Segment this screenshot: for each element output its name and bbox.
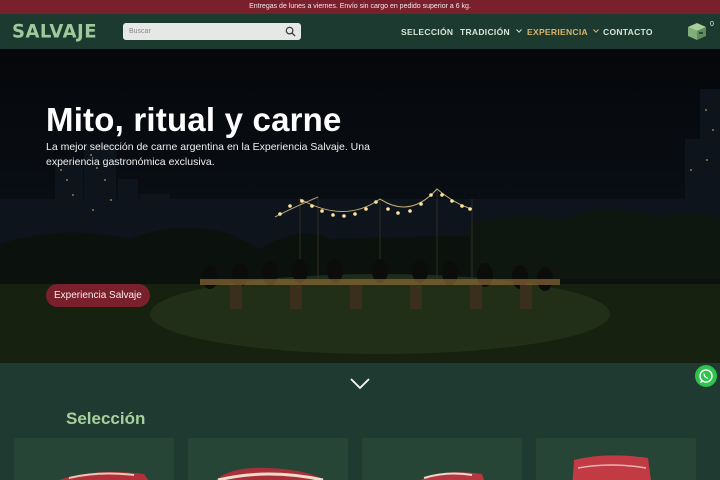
chevron-down-icon[interactable] (349, 377, 371, 391)
meat-cut-image (572, 455, 651, 480)
nav-label: EXPERIENCIA (527, 27, 588, 37)
nav-label: TRADICIÓN (460, 27, 510, 37)
box-cart-icon[interactable] (686, 21, 708, 41)
meat-cut-image (216, 467, 324, 480)
logo[interactable]: SALVAJE (12, 20, 97, 42)
whatsapp-icon (699, 369, 713, 383)
chevron-down-icon (593, 29, 600, 33)
nav-item-contacto[interactable]: CONTACTO (603, 27, 653, 37)
selection-section: Selección (0, 363, 720, 480)
announcement-bar: Entregas de lunes a viernes. Envío sin c… (0, 0, 720, 14)
search-icon[interactable] (285, 26, 296, 37)
nav-label: CONTACTO (603, 27, 653, 37)
product-card[interactable] (362, 438, 522, 480)
hero-banner: Mito, ritual y carne La mejor selección … (0, 49, 720, 363)
nav-item-seleccion[interactable]: SELECCIÓN (401, 27, 453, 37)
announcement-text: Entregas de lunes a viernes. Envío sin c… (249, 3, 471, 10)
product-card[interactable] (14, 438, 174, 480)
meat-cut-image (59, 472, 149, 480)
nav-item-tradicion[interactable]: TRADICIÓN (460, 27, 522, 37)
cart-count: 0 (710, 21, 714, 28)
search-input[interactable] (129, 25, 279, 38)
chevron-down-icon (515, 29, 522, 33)
hero-night-dinner-image (0, 89, 720, 363)
hero-subtitle: La mejor selección de carne argentina en… (46, 141, 370, 168)
meat-cut-image (421, 472, 485, 480)
product-card[interactable] (188, 438, 348, 480)
product-card[interactable] (536, 438, 696, 480)
site-header: SALVAJE SELECCIÓN TRADICIÓN EXPERIENCIA … (0, 14, 720, 49)
nav-item-experiencia[interactable]: EXPERIENCIA (527, 27, 600, 37)
search-box (123, 23, 301, 40)
experiencia-salvaje-button[interactable]: Experiencia Salvaje (46, 284, 150, 307)
hero-title: Mito, ritual y carne (46, 101, 342, 138)
whatsapp-button[interactable] (695, 365, 717, 387)
selection-title: Selección (66, 409, 146, 428)
nav-label: SELECCIÓN (401, 27, 454, 37)
